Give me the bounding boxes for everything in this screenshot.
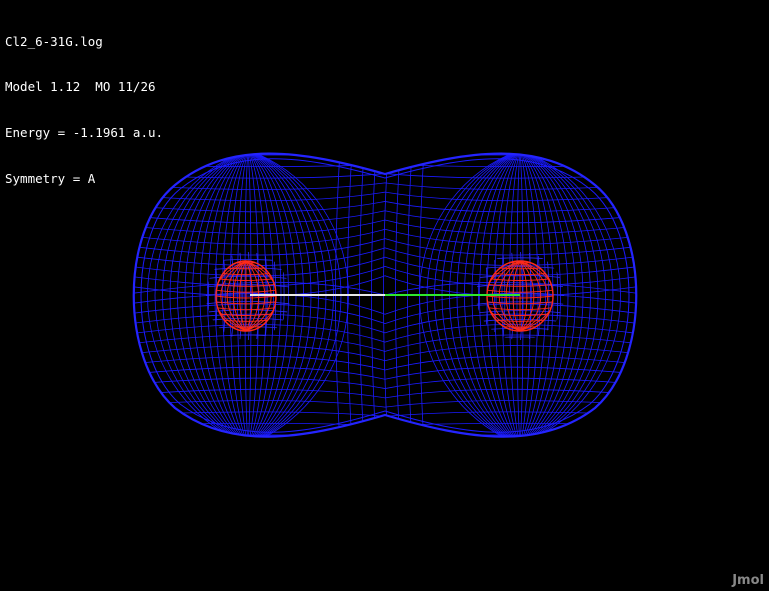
energy-label: Energy = -1.1961 a.u. <box>5 125 164 141</box>
symmetry-label: Symmetry = A <box>5 171 96 187</box>
mo-info-panel: Cl2_6-31G.log Model 1.12 MO 11/26 Energy… <box>5 3 163 217</box>
red-lobe-left <box>215 260 277 332</box>
jmol-viewer-canvas[interactable]: Cl2_6-31G.log Model 1.12 MO 11/26 Energy… <box>0 0 769 591</box>
jmol-logo[interactable]: Jmol <box>732 573 764 588</box>
outer-isosurface-mesh <box>132 152 638 438</box>
file-name-label: Cl2_6-31G.log <box>5 33 103 49</box>
model-mo-label: Model 1.12 MO 11/26 <box>5 79 156 95</box>
